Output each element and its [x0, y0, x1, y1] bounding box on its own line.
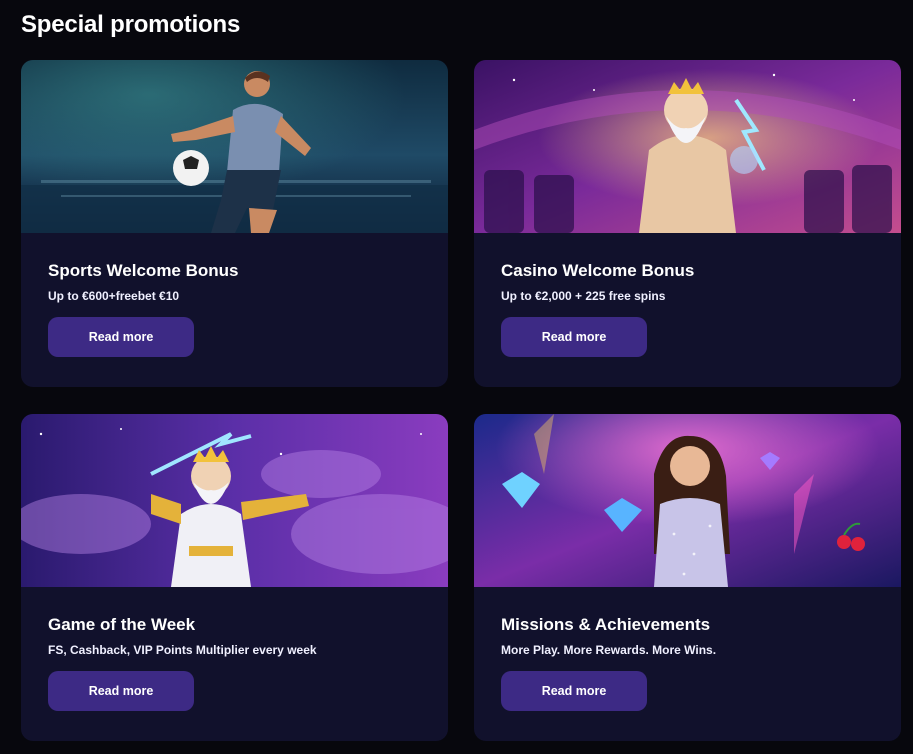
- promo-title: Casino Welcome Bonus: [501, 261, 695, 280]
- promo-subtitle: FS, Cashback, VIP Points Multiplier ever…: [48, 643, 317, 657]
- read-more-button[interactable]: Read more: [501, 671, 647, 711]
- promo-subtitle: Up to €600+freebet €10: [48, 289, 180, 303]
- promo-card-casino[interactable]: Casino Welcome Bonus Up to €2,000 + 225 …: [474, 60, 901, 387]
- promo-card-sports[interactable]: Sports Welcome Bonus Up to €600+freebet …: [21, 60, 448, 387]
- missions-banner-image: [474, 414, 901, 587]
- promo-title: Missions & Achievements: [501, 615, 711, 634]
- sports-banner-image: [21, 60, 448, 233]
- casino-banner-image: [474, 60, 901, 233]
- read-more-button[interactable]: Read more: [501, 317, 647, 357]
- promo-title: Game of the Week: [48, 615, 196, 634]
- section-title: Special promotions: [21, 11, 241, 38]
- read-more-button[interactable]: Read more: [48, 317, 194, 357]
- promo-subtitle: More Play. More Rewards. More Wins.: [501, 643, 717, 657]
- promo-subtitle: Up to €2,000 + 225 free spins: [501, 289, 666, 303]
- read-more-button[interactable]: Read more: [48, 671, 194, 711]
- promo-title: Sports Welcome Bonus: [48, 261, 239, 280]
- promo-card-game-of-week[interactable]: Game of the Week FS, Cashback, VIP Point…: [21, 414, 448, 741]
- zeus-banner-image: [21, 414, 448, 587]
- promo-card-missions[interactable]: Missions & Achievements More Play. More …: [474, 414, 901, 741]
